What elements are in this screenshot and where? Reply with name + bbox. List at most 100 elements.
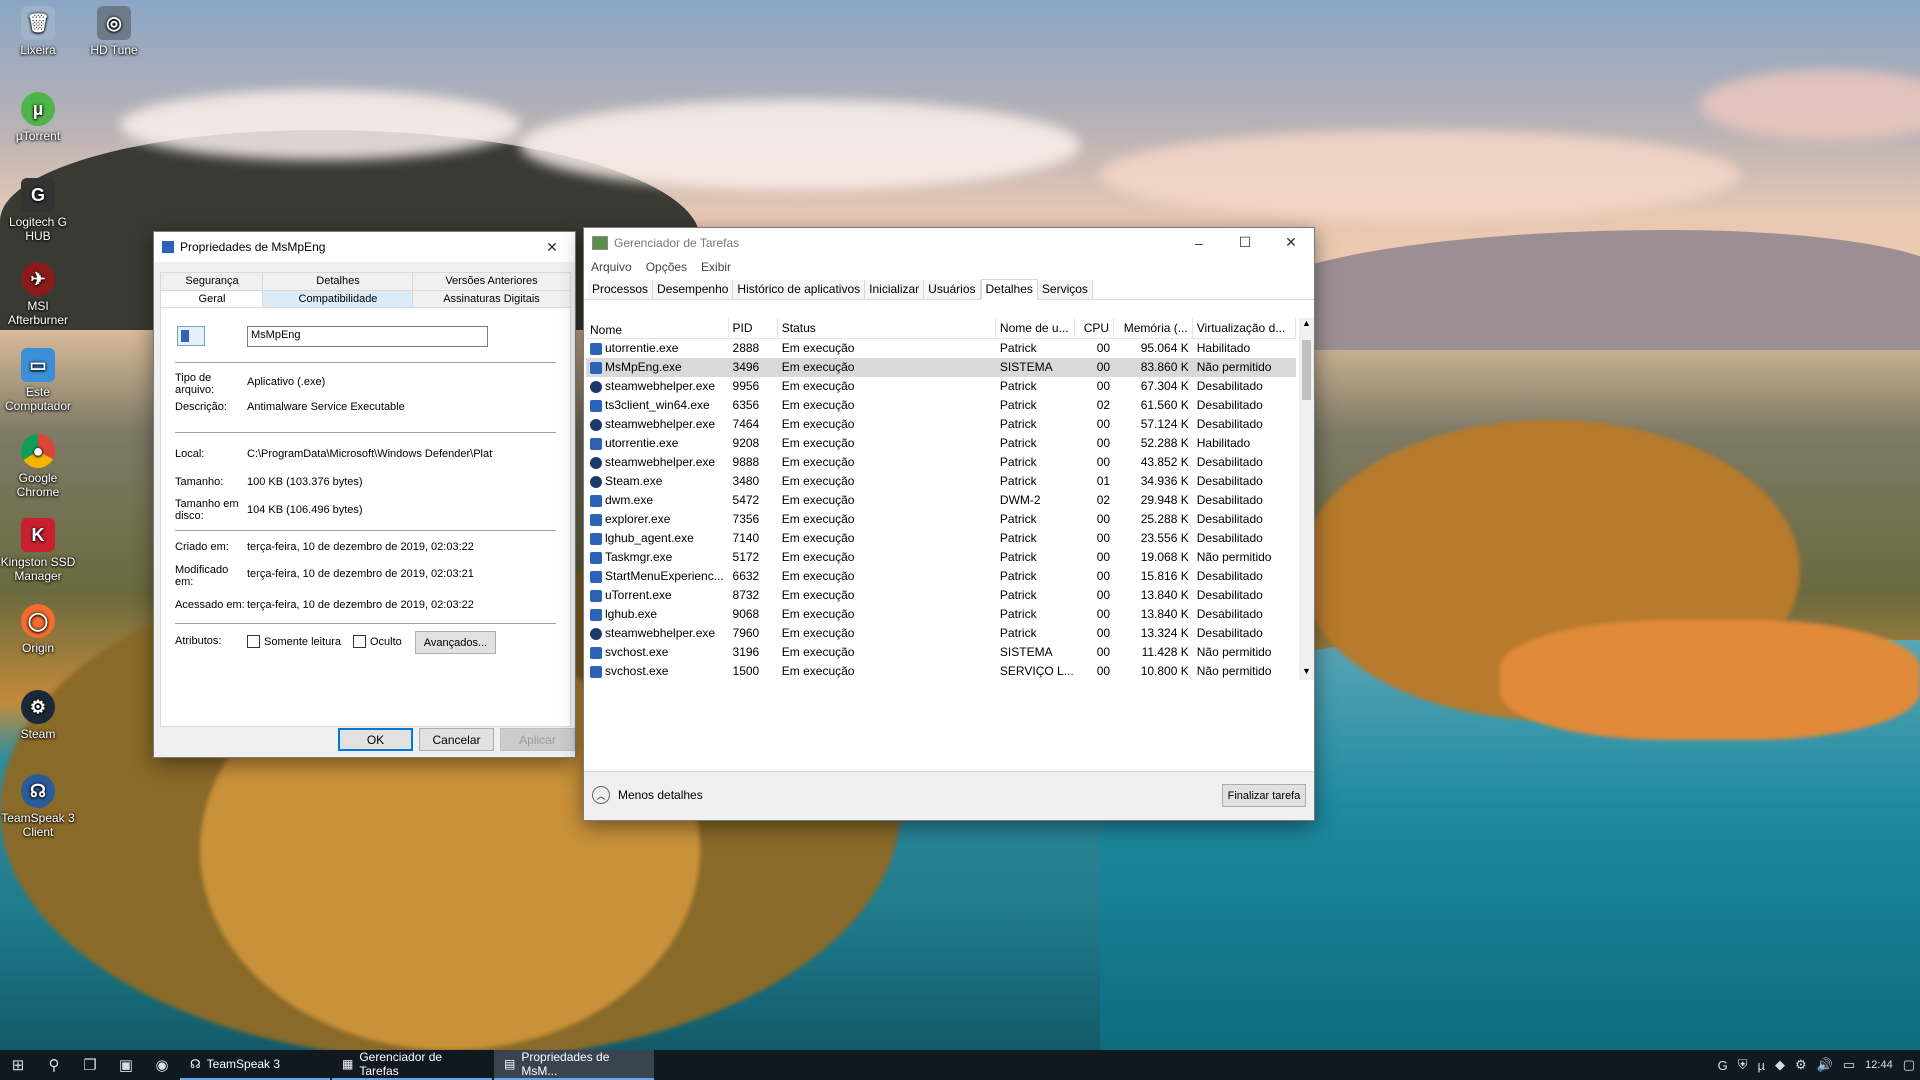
menu-arquivo[interactable]: Arquivo xyxy=(584,260,639,274)
desktop-icon-este-computador[interactable]: ▭ Este Computador xyxy=(0,348,76,413)
tab-processos[interactable]: Processos xyxy=(588,280,654,299)
table-row[interactable]: ts3client_win64.exe 6356 Em execução Patric… xyxy=(586,396,1296,415)
col-username[interactable]: Nome de u... xyxy=(996,318,1075,338)
table-row[interactable]: lghub_agent.exe 7140 Em execução Patrick 00 2… xyxy=(586,529,1296,548)
desktop-icon-utorrent[interactable]: µ µTorrent xyxy=(0,92,76,143)
col-pid[interactable]: PID xyxy=(729,318,778,338)
col-status[interactable]: Status xyxy=(778,318,996,338)
desktop-icon-hdtune[interactable]: ◎ HD Tune xyxy=(76,6,152,57)
apply-button[interactable]: Aplicar xyxy=(500,728,575,751)
desktop-icon-teamspeak[interactable]: ☊ TeamSpeak 3 Client xyxy=(0,774,76,839)
tab-usuarios[interactable]: Usuários xyxy=(924,280,981,299)
tab-detalhes[interactable]: Detalhes xyxy=(980,279,1038,300)
volume-icon[interactable]: 🔊 xyxy=(1812,1057,1838,1073)
col-cpu[interactable]: CPU xyxy=(1075,318,1115,338)
table-cell: 00 xyxy=(1096,360,1111,374)
desktop-icon-logitech[interactable]: G Logitech G HUB xyxy=(0,178,76,243)
menu-opcoes[interactable]: Opções xyxy=(639,260,694,274)
taskbar-app-teamspeak[interactable]: ☊ TeamSpeak 3 xyxy=(180,1050,330,1080)
advanced-button[interactable]: Avançados... xyxy=(415,631,496,654)
table-row[interactable]: steamwebhelper.exe 9888 Em execução Patrick… xyxy=(586,453,1296,472)
col-memory[interactable]: Memória (... xyxy=(1114,318,1193,338)
scroll-thumb[interactable] xyxy=(1302,340,1311,400)
store-icon[interactable]: ▣ xyxy=(108,1050,144,1080)
network-icon[interactable]: ▭ xyxy=(1838,1057,1860,1073)
table-row[interactable]: MsMpEng.exe 3496 Em execução SISTEMA 00 83.86… xyxy=(586,358,1296,377)
table-row[interactable]: steamwebhelper.exe 7960 Em execução Patrick… xyxy=(586,624,1296,643)
table-cell: Patrick xyxy=(999,550,1037,564)
type-value: Aplicativo (.exe) xyxy=(247,376,326,388)
less-details-toggle[interactable]: ︿ Menos detalhes xyxy=(592,786,703,804)
desktop-icon-kingston[interactable]: K Kingston SSD Manager xyxy=(0,518,76,583)
desktop-icon-lixeira[interactable]: 🗑 Lixeira xyxy=(0,6,76,57)
task-view-icon[interactable]: ❐ xyxy=(72,1050,108,1080)
table-row[interactable]: StartMenuExperienc... 6632 Em execução Patr… xyxy=(586,567,1296,586)
table-row[interactable]: svchost.exe 1500 Em execução SERVIÇO L... 00… xyxy=(586,662,1296,680)
close-icon[interactable]: ✕ xyxy=(1268,228,1314,258)
end-task-button[interactable]: Finalizar tarefa xyxy=(1222,784,1306,807)
nvidia-tray-icon[interactable]: ◆ xyxy=(1770,1057,1790,1073)
table-cell: 6632 xyxy=(732,569,760,583)
windows-start-icon[interactable]: ⊞ xyxy=(0,1050,36,1080)
tab-desempenho[interactable]: Desempenho xyxy=(653,280,734,299)
modified-value: terça-feira, 10 de dezembro de 2019, 02:… xyxy=(247,568,474,580)
table-row[interactable]: dwm.exe 5472 Em execução DWM-2 02 29.948 K Des… xyxy=(586,491,1296,510)
minimize-icon[interactable]: – xyxy=(1176,228,1222,258)
menu-exibir[interactable]: Exibir xyxy=(694,260,738,274)
table-cell: 5172 xyxy=(732,550,760,564)
table-cell: 95.064 K xyxy=(1140,341,1189,355)
desktop-icon-origin[interactable]: ◯ Origin xyxy=(0,604,76,655)
tab-seguranca[interactable]: Segurança xyxy=(160,272,264,291)
scroll-down-icon[interactable]: ▼ xyxy=(1299,666,1314,680)
maximize-icon[interactable]: ☐ xyxy=(1222,228,1268,258)
col-nome[interactable]: Nome xyxy=(586,318,729,338)
table-row[interactable]: steamwebhelper.exe 9956 Em execução Patrick… xyxy=(586,377,1296,396)
hidden-checkbox[interactable]: Oculto xyxy=(353,635,402,648)
table-cell: 9888 xyxy=(732,455,760,469)
clock[interactable]: 12:44 xyxy=(1860,1059,1898,1071)
table-cell: Não permitido xyxy=(1196,360,1272,374)
tab-inicializar[interactable]: Inicializar xyxy=(865,280,925,299)
table-row[interactable]: lghub.exe 9068 Em execução Patrick 00 13.840 … xyxy=(586,605,1296,624)
notification-icon[interactable]: ▢ xyxy=(1898,1057,1920,1073)
table-cell: Em execução xyxy=(781,569,855,583)
desktop-icon-msi[interactable]: ✈ MSI Afterburner xyxy=(0,262,76,327)
readonly-checkbox[interactable]: Somente leitura xyxy=(247,635,341,648)
table-cell: Desabilitado xyxy=(1196,588,1263,602)
taskmgr-title: Gerenciador de Tarefas xyxy=(614,235,740,250)
desktop-icon-steam[interactable]: ⚙ Steam xyxy=(0,690,76,741)
taskbar-app-taskmgr[interactable]: ▦ Gerenciador de Tarefas xyxy=(332,1050,492,1080)
cancel-button[interactable]: Cancelar xyxy=(419,728,494,751)
table-row[interactable]: explorer.exe 7356 Em execução Patrick 00 25.2… xyxy=(586,510,1296,529)
search-icon[interactable]: ⚲ xyxy=(36,1050,72,1080)
logitech-tray-icon[interactable]: G xyxy=(1713,1058,1733,1073)
desktop-icon-chrome[interactable]: ● Google Chrome xyxy=(0,434,76,499)
ok-button[interactable]: OK xyxy=(338,728,413,751)
table-row[interactable]: Steam.exe 3480 Em execução Patrick 01 34.936 … xyxy=(586,472,1296,491)
table-cell: Em execução xyxy=(781,512,855,526)
table-cell: 00 xyxy=(1096,607,1111,621)
tab-detalhes[interactable]: Detalhes xyxy=(262,272,414,291)
steam-tray-icon[interactable]: ⚙ xyxy=(1790,1057,1812,1073)
tab-historico[interactable]: Histórico de aplicativos xyxy=(733,280,866,299)
table-row[interactable]: Taskmgr.exe 5172 Em execução Patrick 00 19.06… xyxy=(586,548,1296,567)
chrome-icon[interactable]: ◉ xyxy=(144,1050,180,1080)
taskbar-app-properties[interactable]: ▤ Propriedades de MsM... xyxy=(494,1050,654,1080)
defender-tray-icon[interactable]: ⛨ xyxy=(1733,1057,1753,1073)
table-row[interactable]: uTorrent.exe 8732 Em execução Patrick 00 13.8… xyxy=(586,586,1296,605)
table-row[interactable]: utorrentie.exe 9208 Em execução Patrick 00 52… xyxy=(586,434,1296,453)
tab-versoes-anteriores[interactable]: Versões Anteriores xyxy=(412,272,571,291)
table-row[interactable]: utorrentie.exe 2888 Em execução Patrick 00 95… xyxy=(586,339,1296,358)
table-cell: Desabilitado xyxy=(1196,398,1263,412)
vertical-scrollbar[interactable]: ▲ ▼ xyxy=(1299,318,1314,680)
table-row[interactable]: svchost.exe 3196 Em execução SISTEMA 00 11.42… xyxy=(586,643,1296,662)
tab-servicos[interactable]: Serviços xyxy=(1037,280,1093,299)
scroll-up-icon[interactable]: ▲ xyxy=(1299,318,1314,332)
file-name-field[interactable]: MsMpEng xyxy=(247,326,488,347)
utorrent-tray-icon[interactable]: µ xyxy=(1753,1058,1771,1073)
col-virtualization[interactable]: Virtualização d... xyxy=(1193,318,1296,338)
process-name-cell: lghub.exe xyxy=(586,605,729,624)
accessed-label: Acessado em: xyxy=(175,599,245,611)
close-icon[interactable]: ✕ xyxy=(529,232,575,262)
table-row[interactable]: steamwebhelper.exe 7464 Em execução Patrick… xyxy=(586,415,1296,434)
